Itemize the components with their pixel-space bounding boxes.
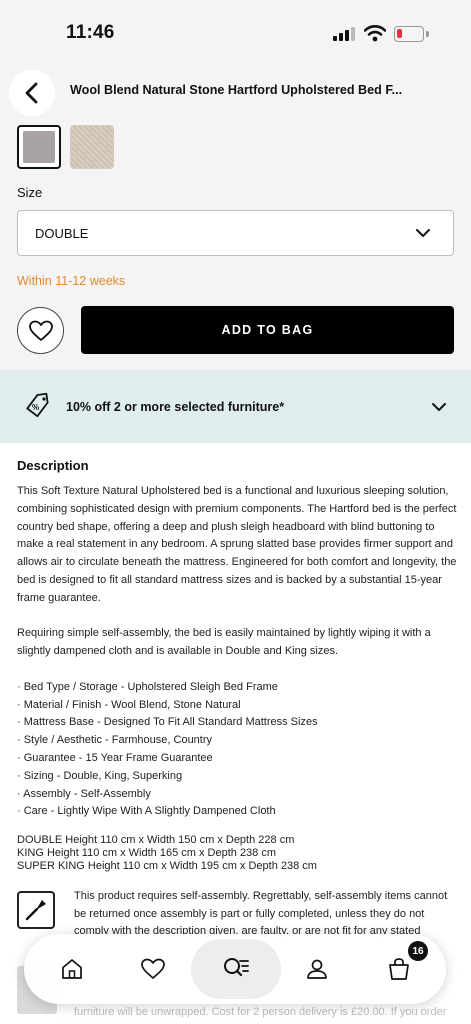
svg-text:%: % [32,403,39,412]
back-arrow-icon [25,82,38,104]
dimension-item: SUPER KING Height 110 cm x Width 195 cm … [17,860,317,873]
add-to-bag-button[interactable]: ADD TO BAG [81,306,454,354]
feature-item: · Guarantee - 15 Year Frame Guarantee [17,751,213,764]
signal-icon [333,27,355,41]
swatch-stone-selected[interactable] [17,125,61,169]
page-title: Wool Blend Natural Stone Hartford Uphols… [70,83,403,97]
feature-item: · Style / Aesthetic - Farmhouse, Country [17,734,213,747]
battery-icon [394,26,424,42]
swatch-natural[interactable] [70,125,114,169]
promo-text: 10% off 2 or more selected furniture* [66,400,285,414]
header: Wool Blend Natural Stone Hartford Uphols… [0,66,471,120]
heart-icon [141,958,165,979]
description-title: Description [17,458,89,473]
bag-count-badge: 16 [408,941,428,961]
nav-home[interactable] [54,951,90,987]
wishlist-button[interactable] [17,307,64,354]
description-paragraph: Requiring simple self-assembly, the bed … [17,627,431,658]
user-icon [307,959,327,979]
bottom-nav: 16 [24,934,446,1004]
back-button[interactable] [9,70,55,116]
dimensions-list: DOUBLE Height 110 cm x Width 150 cm x De… [17,834,457,873]
nav-account[interactable] [299,951,335,987]
feature-item: · Mattress Base - Designed To Fit All St… [17,716,318,729]
feature-item: · Material / Finish - Wool Blend, Stone … [17,698,241,711]
description-paragraph: This Soft Texture Natural Upholstered be… [17,485,457,604]
chevron-down-icon [416,229,430,237]
feature-item: · Sizing - Double, King, Superking [17,769,183,782]
price-tag-icon: % [26,392,49,418]
size-value: DOUBLE [35,226,89,241]
size-label: Size [17,185,43,200]
size-select[interactable]: DOUBLE [17,210,454,256]
assembly-notice-text: This product requires self-assembly. Reg… [74,890,448,937]
search-list-icon [224,958,249,977]
nav-search[interactable] [218,951,254,987]
nav-wishlist[interactable] [135,951,171,987]
heart-icon [28,320,53,341]
delivery-notice-text: furniture will be unwrapped. Cost for 2 … [74,1006,447,1018]
chevron-down-icon [432,403,446,411]
feature-item: · Bed Type / Storage - Upholstered Sleig… [17,680,278,693]
status-time: 11:46 [66,22,115,43]
screwdriver-icon [17,891,55,929]
status-bar: 11:46 [0,0,471,66]
feature-item: · Care - Lightly Wipe With A Slightly Da… [17,805,276,818]
home-icon [62,959,82,979]
delivery-estimate: Within 11-12 weeks [17,274,126,288]
description-section: Description This Soft Texture Natural Up… [17,458,457,873]
promo-banner[interactable]: % 10% off 2 or more selected furniture* [0,370,471,443]
shopping-bag-icon [389,958,409,980]
wifi-icon [364,25,386,42]
product-options: Size DOUBLE Within 11-12 weeks ADD TO BA… [0,120,471,370]
feature-list: · Bed Type / Storage - Upholstered Sleig… [17,679,457,821]
dimension-item: DOUBLE Height 110 cm x Width 150 cm x De… [17,834,295,847]
dimension-item: KING Height 110 cm x Width 165 cm x Dept… [17,847,277,860]
feature-item: · Assembly - Self-Assembly [17,787,151,800]
